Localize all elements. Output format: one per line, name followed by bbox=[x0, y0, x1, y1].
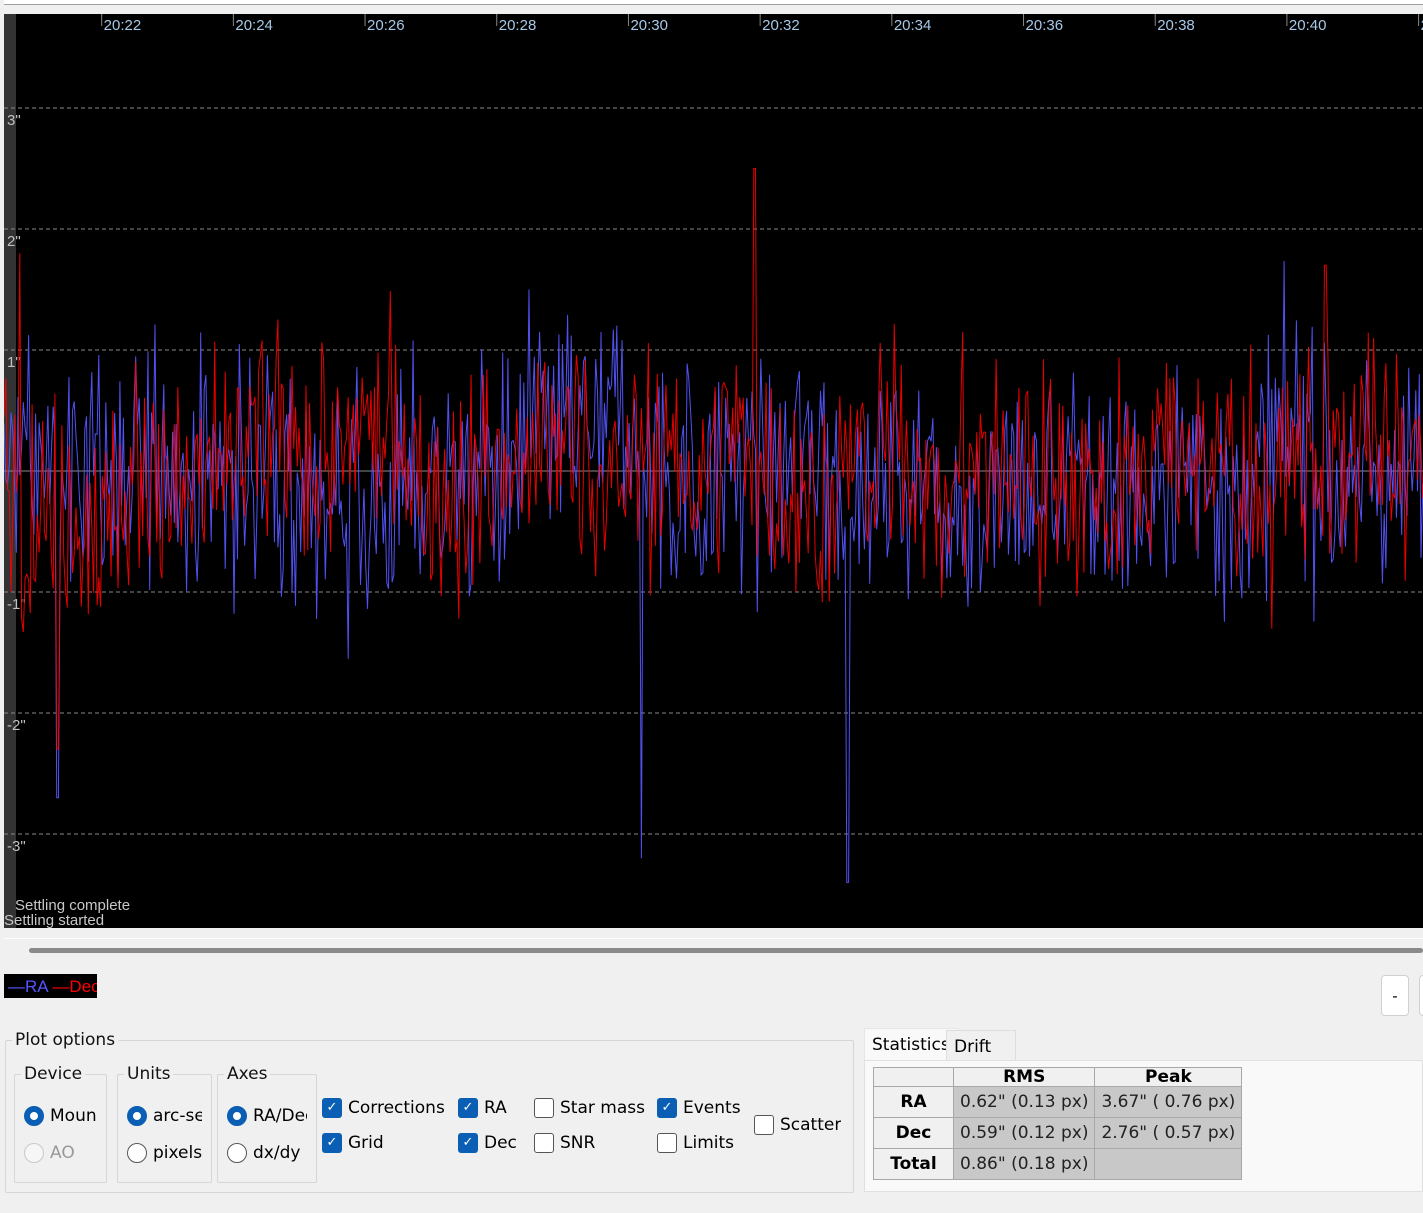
header-cell bbox=[873, 1067, 954, 1087]
radio-label: AO bbox=[50, 1143, 75, 1163]
graph-canvas: 3"2"1"-1"-2"-3"20:22 20:24 20:26 20:28 20:30… bbox=[4, 14, 1423, 928]
checkbox-dec[interactable]: ✓ Dec bbox=[458, 1133, 517, 1153]
checkbox-grid[interactable]: ✓ Grid bbox=[322, 1133, 384, 1153]
checkbox-icon bbox=[657, 1133, 677, 1153]
axes-title: Axes bbox=[227, 1064, 268, 1084]
event-label: Settling started bbox=[4, 912, 105, 929]
checkbox-label: Events bbox=[683, 1098, 741, 1118]
tab-drift[interactable]: Drift bbox=[946, 1030, 1016, 1062]
checkbox-limits[interactable]: Limits bbox=[657, 1133, 734, 1153]
checkbox-icon: ✓ bbox=[322, 1098, 342, 1118]
checkbox-scatter[interactable]: Scatter bbox=[754, 1115, 841, 1135]
radio-ao: AO bbox=[24, 1143, 97, 1163]
radio-label: dx/dy bbox=[253, 1143, 301, 1163]
rms-value: 0.59" (0.12 px) bbox=[952, 1117, 1096, 1149]
checkbox-ra[interactable]: ✓ RA bbox=[458, 1098, 507, 1118]
radio-label: pixels bbox=[153, 1143, 203, 1163]
x-tick-label: 20:26 bbox=[367, 17, 405, 34]
row-label: RA bbox=[873, 1086, 954, 1118]
checkbox-corrections[interactable]: ✓ Corrections bbox=[322, 1098, 445, 1118]
x-tick-label: 20:28 bbox=[499, 17, 537, 34]
x-tick-label: 20:36 bbox=[1026, 17, 1064, 34]
row-label: Total bbox=[873, 1148, 954, 1180]
peak-value bbox=[1094, 1148, 1243, 1180]
checkbox-label: Corrections bbox=[348, 1098, 445, 1118]
x-tick-label: 20:22 bbox=[104, 17, 142, 34]
checkbox-icon: ✓ bbox=[458, 1133, 478, 1153]
y-tick-label: -2" bbox=[7, 717, 26, 734]
radio-pixels[interactable]: pixels bbox=[127, 1143, 207, 1163]
horizontal-scrollbar[interactable] bbox=[29, 948, 1423, 953]
table-row: Total 0.86" (0.18 px) bbox=[873, 1148, 1243, 1180]
checkbox-label: SNR bbox=[560, 1133, 596, 1153]
divider bbox=[4, 938, 1423, 939]
radio-label: RA/Dec bbox=[253, 1106, 307, 1126]
zoom-out-button[interactable]: - bbox=[1381, 975, 1409, 1016]
checkbox-label: RA bbox=[484, 1098, 507, 1118]
checkbox-label: Limits bbox=[683, 1133, 734, 1153]
checkbox-star-mass[interactable]: Star mass bbox=[534, 1098, 645, 1118]
legend-dec: —Dec bbox=[52, 977, 97, 996]
checkbox-label: Star mass bbox=[560, 1098, 645, 1118]
checkbox-label: Scatter bbox=[780, 1115, 842, 1135]
checkbox-icon: ✓ bbox=[458, 1098, 478, 1118]
radio-icon bbox=[227, 1143, 247, 1163]
row-label: Dec bbox=[873, 1117, 954, 1149]
radio-dxdy[interactable]: dx/dy bbox=[227, 1143, 312, 1163]
checkbox-icon bbox=[754, 1115, 774, 1135]
checkbox-icon bbox=[534, 1098, 554, 1118]
graph-legend: —RA —Dec bbox=[4, 974, 97, 998]
checkbox-snr[interactable]: SNR bbox=[534, 1133, 595, 1153]
radio-icon bbox=[24, 1143, 44, 1163]
units-title: Units bbox=[127, 1064, 171, 1084]
table-row: RA 0.62" (0.13 px) 3.67" ( 0.76 px) bbox=[873, 1086, 1243, 1118]
rms-value: 0.86" (0.18 px) bbox=[952, 1148, 1096, 1180]
y-tick-label: -1" bbox=[7, 596, 26, 613]
radio-mount[interactable]: Mount bbox=[24, 1106, 97, 1126]
checkbox-events[interactable]: ✓ Events bbox=[657, 1098, 741, 1118]
device-title: Device bbox=[24, 1064, 83, 1084]
radio-radec[interactable]: RA/Dec bbox=[227, 1106, 307, 1126]
stats-table: RMS Peak RA 0.62" (0.13 px) 3.67" ( 0.76 px… bbox=[873, 1067, 1243, 1180]
peak-value: 3.67" ( 0.76 px) bbox=[1094, 1086, 1243, 1118]
series-dec-line bbox=[4, 168, 1423, 750]
plot-options-title: Plot options bbox=[15, 1030, 116, 1050]
x-tick-label: 20:34 bbox=[894, 17, 932, 34]
guide-graph[interactable]: 3" 2" 1" -1" -2" -3" 20:22 20:24 20:26 20:28 20:30… bbox=[4, 14, 1423, 929]
rms-value: 0.62" (0.13 px) bbox=[952, 1086, 1096, 1118]
zoom-in-button[interactable] bbox=[1419, 975, 1423, 1016]
x-tick-label: 20:40 bbox=[1289, 17, 1327, 34]
checkbox-icon: ✓ bbox=[657, 1098, 677, 1118]
table-row: Dec 0.59" (0.12 px) 2.76" ( 0.57 px) bbox=[873, 1117, 1243, 1149]
top-border bbox=[4, 0, 1423, 5]
radio-arcsec[interactable]: arc-sec bbox=[127, 1106, 202, 1126]
checkbox-icon bbox=[534, 1133, 554, 1153]
series-ra-line bbox=[4, 260, 1423, 883]
radio-icon bbox=[127, 1106, 147, 1126]
radio-icon bbox=[24, 1106, 44, 1126]
radio-icon bbox=[227, 1106, 247, 1126]
x-tick-label: 20:24 bbox=[235, 17, 273, 34]
x-tick-label: 20:38 bbox=[1157, 17, 1195, 34]
tab-statistics[interactable]: Statistics bbox=[864, 1028, 958, 1060]
legend-ra: —RA bbox=[8, 977, 48, 996]
y-tick-label: 2" bbox=[7, 233, 21, 250]
checkbox-label: Grid bbox=[348, 1133, 384, 1153]
radio-label: Mount bbox=[50, 1106, 97, 1126]
x-tick-label: 20:30 bbox=[630, 17, 668, 34]
radio-icon bbox=[127, 1143, 147, 1163]
peak-value: 2.76" ( 0.57 px) bbox=[1094, 1117, 1243, 1149]
header-peak: Peak bbox=[1094, 1067, 1243, 1087]
header-rms: RMS bbox=[952, 1067, 1096, 1087]
y-tick-label: 3" bbox=[7, 112, 21, 129]
checkbox-icon: ✓ bbox=[322, 1133, 342, 1153]
x-tick-label: 20:32 bbox=[762, 17, 800, 34]
checkbox-label: Dec bbox=[484, 1133, 517, 1153]
radio-label: arc-sec bbox=[153, 1106, 202, 1126]
y-tick-label: -3" bbox=[7, 838, 26, 855]
